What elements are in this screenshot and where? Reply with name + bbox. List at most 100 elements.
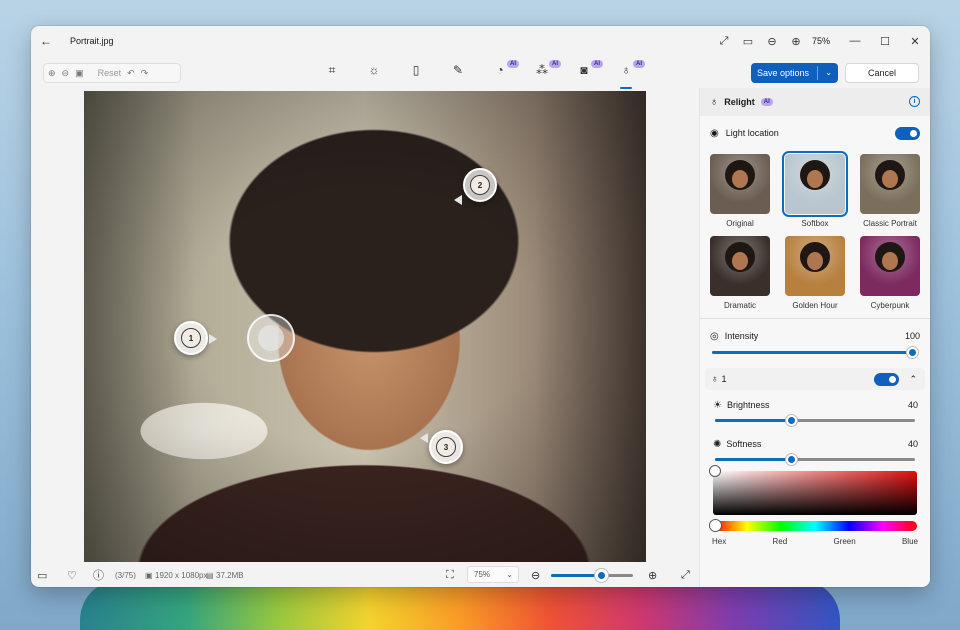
preset-label: Dramatic: [723, 301, 756, 310]
light-marker-2[interactable]: 2: [463, 168, 497, 202]
chevron-up-icon[interactable]: ⌃: [909, 374, 917, 385]
softness-slider-thumb[interactable]: [785, 454, 797, 465]
tool-tabs: ⌗ ☼ ▯ ✎ ◔ AI ⁂ AI ◙ AI ♁ AI: [311, 60, 647, 89]
fullscreen-icon[interactable]: ⤢: [681, 569, 690, 582]
red-label: Red: [772, 537, 788, 546]
preset-thumbnail: [710, 236, 770, 296]
hex-label: Hex: [712, 537, 727, 546]
zoom-slider[interactable]: [551, 569, 633, 582]
light-marker-1[interactable]: 1: [174, 321, 208, 355]
brightness-value: 40: [907, 400, 918, 410]
light-location-toggle[interactable]: [895, 126, 920, 140]
adjust-icon[interactable]: ☼: [353, 63, 395, 85]
erase-icon[interactable]: ◔ AI: [479, 60, 521, 85]
photos-app-window: ← Portrait.jpg ⤢ ▭ ⊖ ⊕ 75% — ☐ ✕ ⊕ ⊖ ▣ R…: [31, 26, 930, 587]
back-arrow-icon[interactable]: ←: [40, 34, 52, 48]
brightness-label: Brightness: [726, 400, 770, 410]
zoom-in-icon[interactable]: ⊕: [648, 569, 657, 582]
light-source-handle[interactable]: [247, 314, 295, 362]
actual-size-icon[interactable]: ▣: [75, 68, 84, 79]
fit-to-window-icon[interactable]: ⛶: [446, 569, 454, 582]
status-bar: ▭ ♡ ⓘ (3/75) ▣ 1920 x 1080px ▤ 37.2MB ⛶ …: [31, 563, 690, 587]
hue-slider-thumb[interactable]: [709, 519, 722, 532]
lightbulb-icon: ♁: [710, 96, 719, 108]
expand-icon[interactable]: ⤢: [712, 35, 736, 48]
light-1-toggle[interactable]: [874, 372, 899, 386]
zoom-in-icon[interactable]: ⊕: [48, 68, 56, 79]
image-dimensions: 1920 x 1080px: [155, 570, 208, 580]
softness-slider[interactable]: [715, 454, 915, 465]
preset-label: Cyberpunk: [870, 301, 910, 310]
hue-slider[interactable]: [709, 519, 917, 532]
save-options-button[interactable]: Save options ⌄: [751, 63, 838, 83]
ai-badge: AI: [760, 98, 773, 106]
blur-background-icon[interactable]: ⁂ AI: [521, 60, 563, 85]
zoom-in-icon[interactable]: ⊕: [784, 35, 808, 48]
maximize-icon[interactable]: ☐: [870, 35, 900, 48]
color-picker-thumb[interactable]: [709, 465, 721, 477]
preset-softbox[interactable]: Softbox: [782, 151, 848, 228]
softness-value: 40: [907, 439, 918, 449]
light-location-label: Light location: [725, 128, 779, 138]
preset-thumbnail: [860, 154, 920, 214]
info-icon[interactable]: ⓘ: [93, 567, 104, 583]
brightness-slider-thumb[interactable]: [785, 415, 797, 426]
window-title: Portrait.jpg: [70, 36, 114, 46]
intensity-slider-thumb[interactable]: [907, 347, 918, 358]
undo-icon[interactable]: ↶: [127, 68, 135, 79]
color-picker-area[interactable]: [709, 465, 917, 515]
zoom-select[interactable]: 75% ⌄: [467, 566, 519, 583]
markup-icon[interactable]: ✎: [437, 63, 479, 85]
zoom-out-icon[interactable]: ⊖: [760, 35, 784, 48]
preset-classic-portrait[interactable]: Classic Portrait: [860, 154, 920, 228]
cancel-button[interactable]: Cancel: [845, 63, 919, 83]
filmstrip-icon[interactable]: ▭: [37, 569, 47, 582]
softness-label: Softness: [726, 439, 762, 449]
preset-golden-hour[interactable]: Golden Hour: [785, 236, 845, 310]
light-marker-3[interactable]: 3: [429, 430, 463, 464]
crop-icon[interactable]: ⌗: [311, 63, 353, 85]
preset-dramatic[interactable]: Dramatic: [710, 236, 770, 310]
file-size: 37.2MB: [216, 570, 244, 580]
intensity-slider[interactable]: [712, 347, 918, 358]
preset-label: Golden Hour: [792, 301, 838, 310]
preset-original[interactable]: Original: [710, 154, 770, 228]
split-divider: [817, 66, 818, 80]
title-bar-controls: ⤢ ▭ ⊖ ⊕ 75% — ☐ ✕: [712, 26, 930, 56]
light-location-row: ◉ Light location: [700, 120, 930, 146]
filter-icon[interactable]: ▯: [395, 63, 437, 85]
relight-panel: ♁ Relight AI i ◉ Light location Original…: [699, 88, 930, 587]
view-controls: ⊕ ⊖ ▣ Reset ↶ ↷: [43, 63, 181, 83]
zoom-slider-thumb[interactable]: [595, 569, 609, 582]
zoom-out-icon[interactable]: ⊖: [62, 68, 70, 79]
fit-icon[interactable]: ▭: [736, 35, 760, 48]
blue-label: Blue: [901, 537, 918, 546]
reset-button[interactable]: Reset: [98, 68, 122, 78]
favorite-icon[interactable]: ♡: [67, 569, 77, 582]
relight-icon[interactable]: ♁ AI: [605, 60, 647, 89]
file-size-icon: ▤: [206, 570, 214, 580]
light-1-header[interactable]: ♁ 1 ⌃: [705, 368, 925, 390]
minimize-icon[interactable]: —: [840, 35, 870, 47]
preset-cyberpunk[interactable]: Cyberpunk: [860, 236, 920, 310]
image-dimensions-icon: ▣: [145, 570, 153, 580]
chevron-down-icon[interactable]: ⌄: [825, 68, 832, 77]
redo-icon[interactable]: ↷: [141, 68, 149, 79]
image-index: (3/75): [115, 570, 136, 580]
panel-header: ♁ Relight AI i: [700, 88, 930, 116]
remove-background-icon[interactable]: ◙ AI: [563, 60, 605, 85]
intensity-icon: ◎: [710, 330, 719, 342]
brightness-slider[interactable]: [715, 415, 915, 426]
light-marker-label: 1: [181, 328, 201, 348]
intensity-label: Intensity: [724, 331, 759, 341]
info-icon[interactable]: i: [909, 96, 920, 107]
close-icon[interactable]: ✕: [900, 35, 930, 48]
preset-label: Softbox: [801, 219, 829, 228]
color-channel-labels: Hex Red Green Blue: [712, 537, 918, 546]
zoom-out-icon[interactable]: ⊖: [531, 569, 540, 582]
intensity-row: ◎ Intensity 100: [700, 327, 930, 345]
preset-thumbnail: [860, 236, 920, 296]
preset-thumbnail: [782, 151, 848, 217]
image-canvas[interactable]: 1 2 3: [84, 91, 646, 562]
zoom-select-value: 75%: [474, 570, 491, 579]
